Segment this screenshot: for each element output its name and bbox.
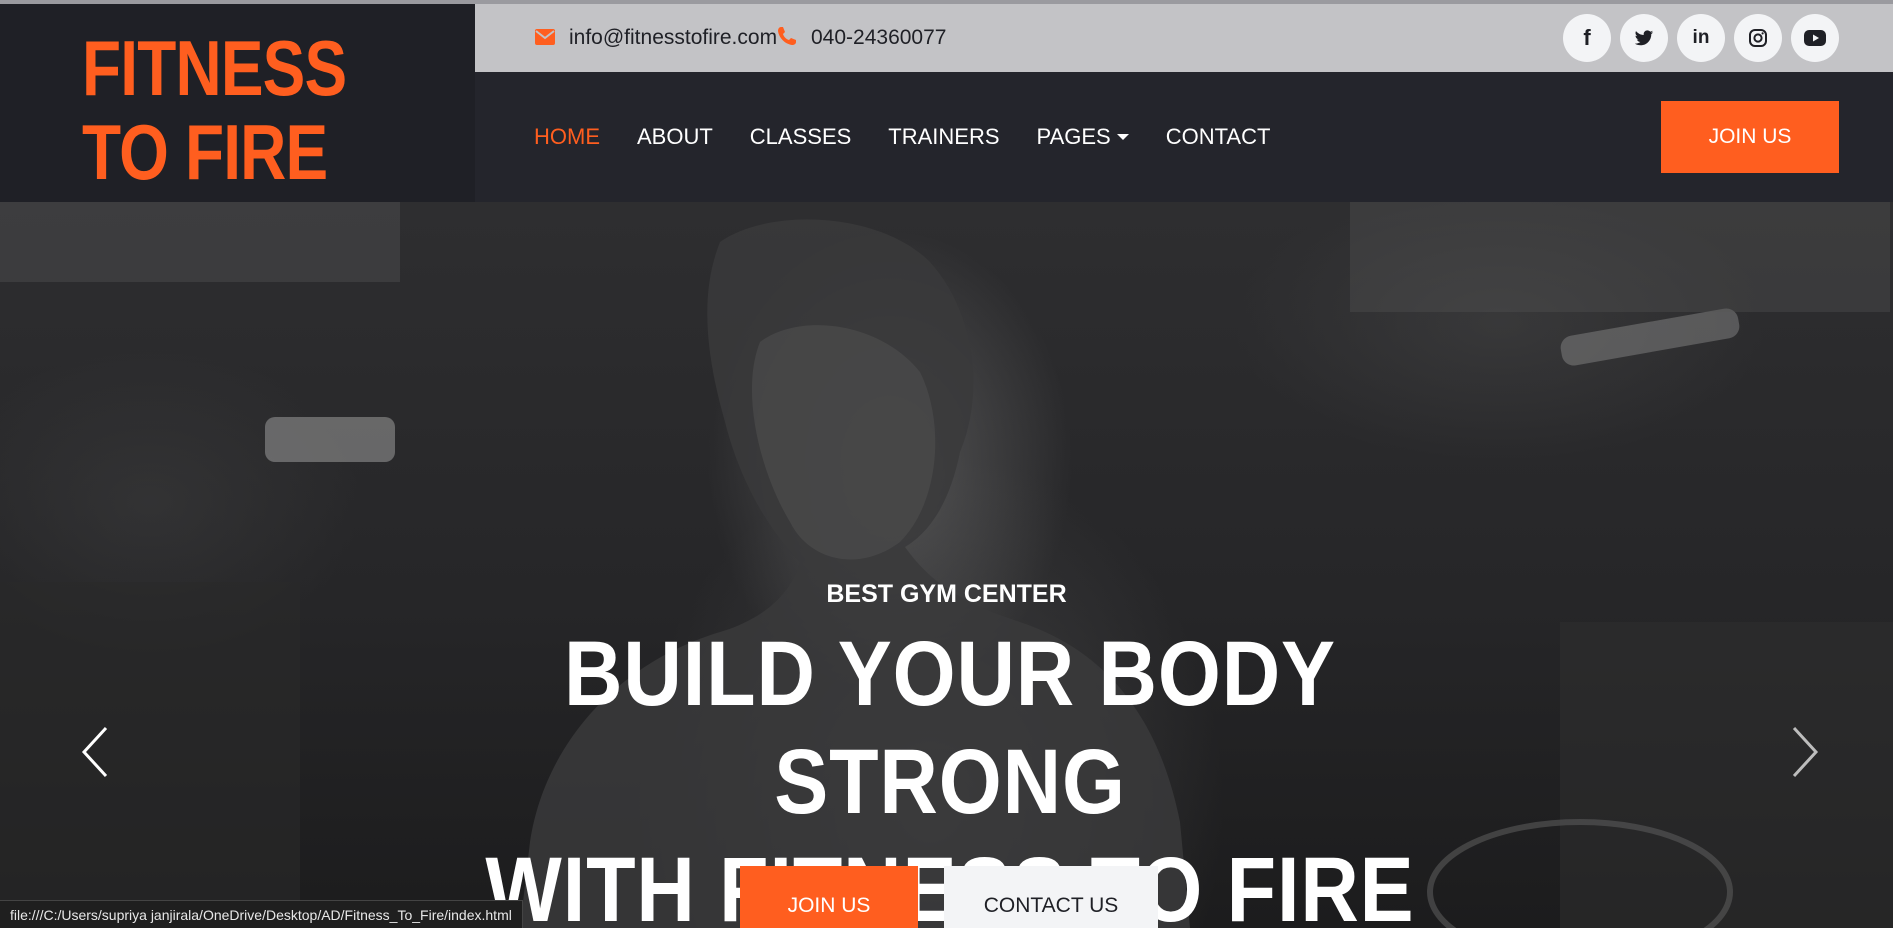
social-links: f in [1563, 14, 1839, 62]
brand-block: FITNESS TO FIRE [0, 4, 475, 202]
linkedin-button[interactable]: in [1677, 14, 1725, 62]
hero-join-button[interactable]: JOIN US [740, 866, 918, 928]
chevron-left-icon [81, 726, 108, 778]
youtube-icon [1804, 30, 1826, 46]
site-header: FITNESS TO FIRE info@fitnesstofire.com 0… [0, 4, 1893, 202]
youtube-button[interactable] [1791, 14, 1839, 62]
hero-headline-line1: BUILD YOUR BODY STRONG [564, 623, 1336, 833]
email-text: info@fitnesstofire.com [569, 26, 778, 49]
phone-text: 040-24360077 [811, 26, 947, 49]
twitter-button[interactable] [1620, 14, 1668, 62]
nav-about[interactable]: ABOUT [637, 124, 713, 150]
hero-kicker: BEST GYM CENTER [826, 580, 1067, 608]
hero-contact-button[interactable]: CONTACT US [944, 866, 1158, 928]
instagram-button[interactable] [1734, 14, 1782, 62]
nav-classes[interactable]: CLASSES [750, 124, 852, 150]
instagram-icon [1749, 29, 1767, 47]
chevron-right-icon [1792, 726, 1819, 778]
contact-email[interactable]: info@fitnesstofire.com [535, 4, 777, 72]
envelope-icon [535, 27, 555, 49]
hero-carousel: BEST GYM CENTER BUILD YOUR BODY STRONG W… [0, 202, 1893, 928]
caret-down-icon [1116, 134, 1129, 140]
facebook-icon: f [1583, 25, 1591, 50]
linkedin-icon: in [1692, 27, 1710, 48]
twitter-icon [1634, 29, 1654, 45]
facebook-button[interactable]: f [1563, 14, 1611, 62]
nav-pages-label: PAGES [1036, 124, 1111, 149]
carousel-next-button[interactable] [1790, 722, 1820, 782]
nav-pages[interactable]: PAGES [1037, 124, 1129, 150]
nav-trainers[interactable]: TRAINERS [888, 124, 999, 150]
nav-contact[interactable]: CONTACT [1166, 124, 1271, 150]
brand-logo-text[interactable]: FITNESS TO FIRE [82, 26, 394, 194]
carousel-prev-button[interactable] [80, 722, 110, 782]
contact-phone[interactable]: 040-24360077 [777, 4, 946, 72]
main-nav: HOME ABOUT CLASSES TRAINERS PAGES CONTAC… [534, 72, 1307, 202]
nav-home[interactable]: HOME [534, 124, 600, 150]
browser-status-url: file:///C:/Users/supriya janjirala/OneDr… [0, 900, 523, 928]
join-us-button[interactable]: JOIN US [1661, 101, 1839, 173]
contact-topbar: info@fitnesstofire.com 040-24360077 f in [475, 4, 1893, 72]
phone-icon [777, 26, 797, 50]
